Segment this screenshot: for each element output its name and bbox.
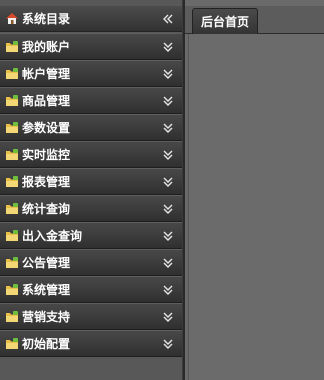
menu-item-label: 营销支持 [22,310,71,324]
double-chevron-down-icon[interactable] [162,257,174,269]
tab-home[interactable]: 后台首页 [192,8,258,35]
double-chevron-down-icon[interactable] [162,41,174,53]
menu-item-label: 我的账户 [22,40,71,54]
collapse-sidebar-button[interactable] [162,13,174,25]
folder-icon [5,283,19,296]
double-chevron-down-icon[interactable] [162,203,174,215]
menu-item[interactable]: 统计查询 [0,195,182,222]
menu-item-label: 出入金查询 [22,229,83,243]
folder-icon [5,310,19,323]
folder-icon [5,148,19,161]
menu-item[interactable]: 帐户管理 [0,60,182,87]
folder-icon [5,121,19,134]
menu-item[interactable]: 系统管理 [0,276,182,303]
folder-icon [5,175,19,188]
tab-label: 后台首页 [200,15,249,29]
sidebar-title: 系统目录 [22,12,71,26]
menu-item[interactable]: 我的账户 [0,33,182,60]
folder-icon [5,94,19,107]
double-chevron-down-icon[interactable] [162,311,174,323]
main-area: 后台首页 [185,0,324,380]
double-chevron-down-icon[interactable] [162,95,174,107]
double-chevron-down-icon[interactable] [162,149,174,161]
folder-icon [5,256,19,269]
menu-item-label: 商品管理 [22,94,71,108]
folder-icon [5,229,19,242]
tab-bar: 后台首页 [185,6,324,35]
menu-item[interactable]: 商品管理 [0,87,182,114]
menu-item[interactable]: 报表管理 [0,168,182,195]
menu-item-label: 公告管理 [22,256,71,270]
menu-item-label: 统计查询 [22,202,71,216]
double-chevron-down-icon[interactable] [162,176,174,188]
double-chevron-down-icon[interactable] [162,122,174,134]
folder-icon [5,337,19,350]
folder-icon [5,67,19,80]
sidebar: 系统目录 我的账户帐户管理商品管理参数设置实时监控报表管理统计查询出入金查询公告… [0,0,182,380]
menu-item-label: 帐户管理 [22,67,71,81]
menu-item-label: 报表管理 [22,175,71,189]
menu-item[interactable]: 营销支持 [0,303,182,330]
menu-item[interactable]: 实时监控 [0,141,182,168]
menu-item[interactable]: 初始配置 [0,330,182,357]
folder-icon [5,40,19,53]
double-chevron-left-icon [163,14,173,24]
home-icon [5,12,19,25]
menu-item-label: 实时监控 [22,148,71,162]
menu-item-label: 初始配置 [22,337,71,351]
menu-item[interactable]: 出入金查询 [0,222,182,249]
double-chevron-down-icon[interactable] [162,338,174,350]
content-panel [188,34,324,380]
double-chevron-down-icon[interactable] [162,230,174,242]
menu-item[interactable]: 公告管理 [0,249,182,276]
sidebar-header: 系统目录 [0,6,182,32]
double-chevron-down-icon[interactable] [162,68,174,80]
menu-item[interactable]: 参数设置 [0,114,182,141]
folder-icon [5,202,19,215]
double-chevron-down-icon[interactable] [162,284,174,296]
menu-item-label: 系统管理 [22,283,71,297]
menu-item-label: 参数设置 [22,121,71,135]
